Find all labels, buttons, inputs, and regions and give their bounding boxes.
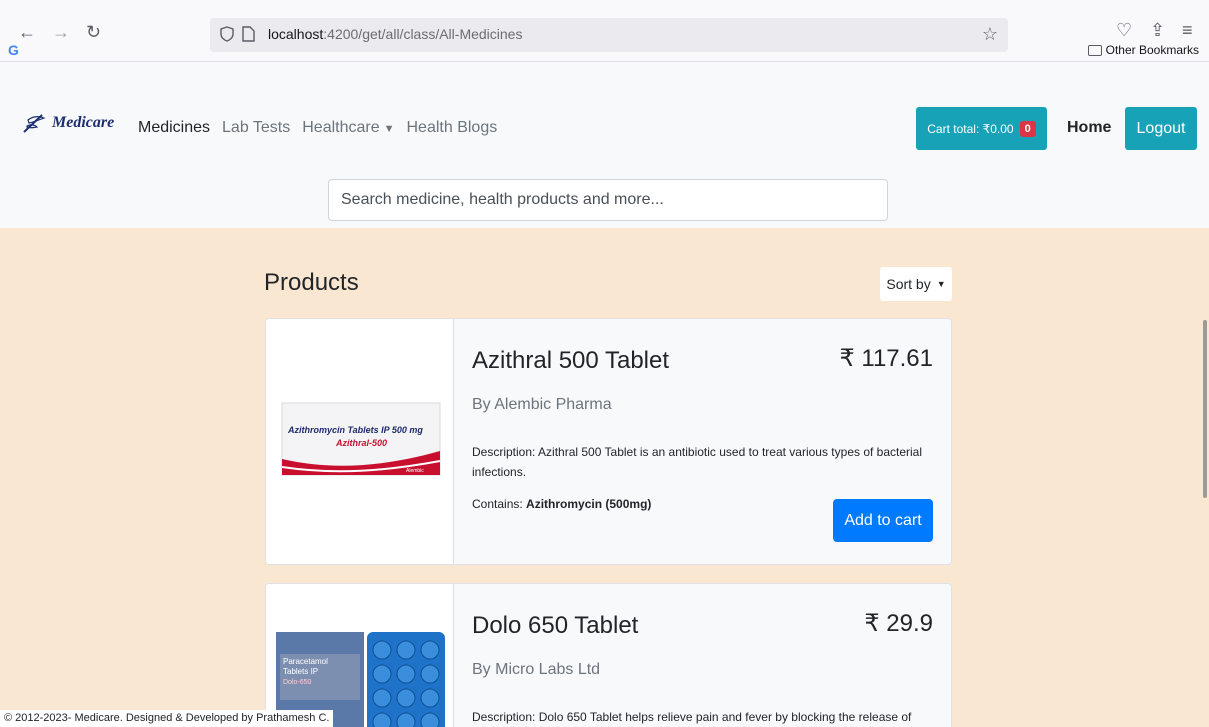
menu-icon[interactable]: ≡ [1182, 20, 1193, 41]
shield-icon [220, 26, 234, 42]
page-title: Products [264, 269, 359, 296]
extensions-icon[interactable]: ⇪ [1150, 20, 1165, 41]
pack-text-line3: Dolo-650 [283, 679, 312, 686]
url-text: localhost:4200/get/all/class/All-Medicin… [268, 26, 523, 42]
add-to-cart-button[interactable]: Add to cart [833, 499, 933, 542]
product-image: Azithromycin Tablets IP 500 mg Azithral-… [266, 319, 454, 564]
pack-text-line1: Azithromycin Tablets IP 500 mg [287, 425, 423, 435]
brand-logo[interactable]: Medicare [22, 112, 114, 134]
product-name[interactable]: Dolo 650 Tablet [472, 612, 638, 640]
product-price: ₹ 29.9 [864, 610, 933, 637]
address-bar[interactable]: localhost:4200/get/all/class/All-Medicin… [210, 18, 1008, 52]
sort-dropdown[interactable]: Sort by ▼ [880, 267, 952, 301]
product-contains: Contains: Azithromycin (500mg) [472, 497, 652, 511]
pack-brand-text: Alembic [406, 468, 424, 474]
google-icon[interactable]: G [8, 42, 19, 58]
bookmark-star-icon[interactable]: ☆ [982, 24, 998, 45]
pack-text-line2: Azithral-500 [335, 438, 387, 448]
search-input[interactable] [328, 179, 888, 221]
nav-healthcare[interactable]: Healthcare ▼ [302, 119, 394, 137]
logout-button[interactable]: Logout [1125, 107, 1197, 150]
product-description: Description: Azithral 500 Tablet is an a… [472, 445, 923, 479]
pack-text-line2: Tablets IP [283, 667, 318, 676]
back-arrow-icon[interactable]: ← [18, 22, 36, 42]
scrollbar-thumb[interactable] [1203, 320, 1207, 498]
medicine-pack-image: Azithromycin Tablets IP 500 mg Azithral-… [281, 402, 441, 476]
product-card: Paracetamol Tablets IP Dolo-650 Dolo 650… [265, 583, 952, 727]
forward-arrow-icon[interactable]: → [52, 22, 70, 42]
other-bookmarks[interactable]: Other Bookmarks [1087, 43, 1199, 57]
product-brand: By Micro Labs Ltd [472, 661, 601, 678]
home-link[interactable]: Home [1067, 119, 1111, 137]
cart-button[interactable]: Cart total: ₹0.00 0 [916, 107, 1047, 150]
pack-text-line1: Paracetamol [283, 657, 328, 666]
reload-icon[interactable]: ↻ [86, 22, 101, 42]
pocket-icon[interactable]: ♡ [1116, 20, 1132, 41]
product-image: Paracetamol Tablets IP Dolo-650 [266, 584, 454, 727]
product-description: Description: Dolo 650 Tablet helps relie… [472, 710, 912, 724]
caret-down-icon: ▼ [936, 279, 946, 289]
folder-icon [1087, 44, 1102, 56]
page-icon [242, 26, 255, 42]
caduceus-icon [23, 114, 46, 133]
nav-medicines[interactable]: Medicines [138, 119, 210, 137]
nav-lab-tests[interactable]: Lab Tests [222, 119, 290, 137]
nav-health-blogs[interactable]: Health Blogs [407, 119, 498, 137]
footer-copyright: © 2012-2023- Medicare. Designed & Develo… [0, 710, 334, 727]
caret-down-icon: ▼ [383, 123, 395, 135]
product-brand: By Alembic Pharma [472, 396, 612, 413]
browser-toolbar: ← → ↻ localhost:4200/get/all/class/All-M… [0, 0, 1209, 62]
product-name[interactable]: Azithral 500 Tablet [472, 347, 669, 375]
product-card: Azithromycin Tablets IP 500 mg Azithral-… [265, 318, 952, 565]
cart-count-badge: 0 [1019, 120, 1036, 137]
main-nav: Medicines Lab Tests Healthcare ▼ Health B… [138, 119, 497, 137]
products-section: Products Sort by ▼ Azithromycin Tablets … [0, 228, 1209, 727]
medicine-pack-image: Paracetamol Tablets IP Dolo-650 [276, 632, 445, 727]
app-navbar: Medicare Medicines Lab Tests Healthcare ▼… [0, 62, 1209, 228]
product-price: ₹ 117.61 [839, 345, 933, 372]
